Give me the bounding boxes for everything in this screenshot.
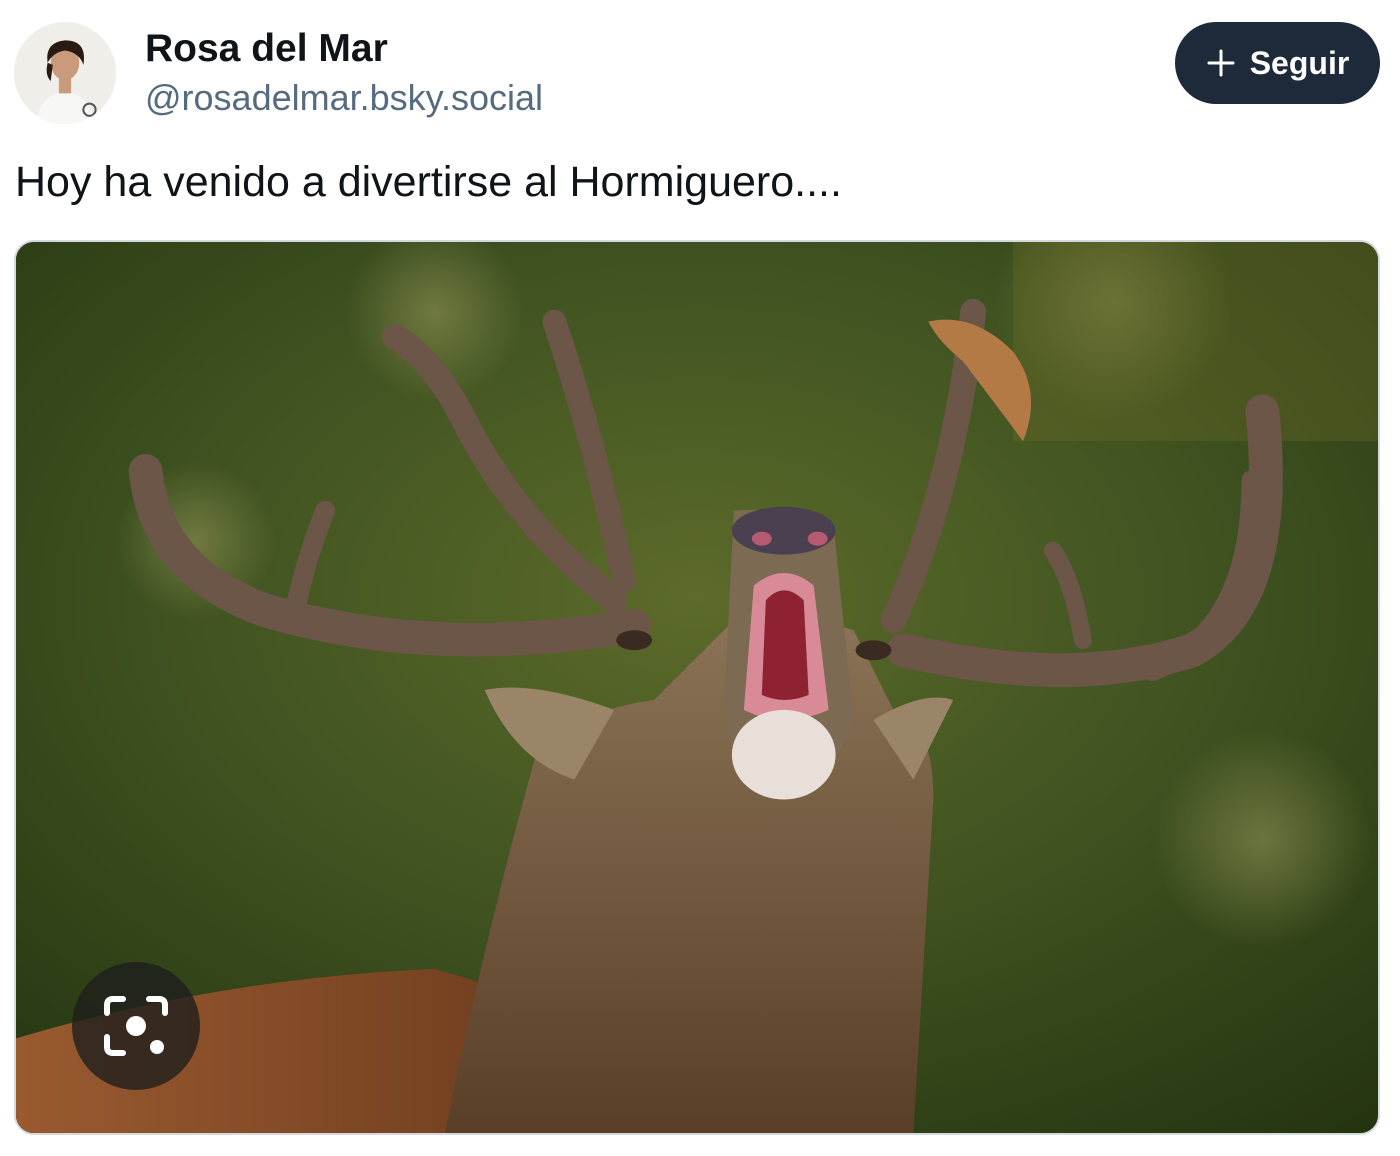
author-handle[interactable]: @rosadelmar.bsky.social bbox=[145, 76, 543, 120]
follow-button-label: Seguir bbox=[1249, 45, 1350, 81]
post-card: Rosa del Mar @rosadelmar.bsky.social Seg… bbox=[0, 0, 1400, 1156]
avatar-photo bbox=[14, 22, 116, 124]
deer-photo bbox=[16, 242, 1378, 1133]
author-avatar[interactable] bbox=[14, 22, 116, 124]
visual-search-icon bbox=[101, 991, 171, 1061]
plus-icon bbox=[1206, 48, 1236, 78]
post-text: Hoy ha venido a divertirse al Hormiguero… bbox=[15, 158, 842, 206]
post-image[interactable] bbox=[14, 240, 1380, 1135]
author-display-name[interactable]: Rosa del Mar bbox=[145, 26, 388, 72]
visual-search-button[interactable] bbox=[72, 962, 200, 1090]
follow-button[interactable]: Seguir bbox=[1175, 22, 1380, 104]
